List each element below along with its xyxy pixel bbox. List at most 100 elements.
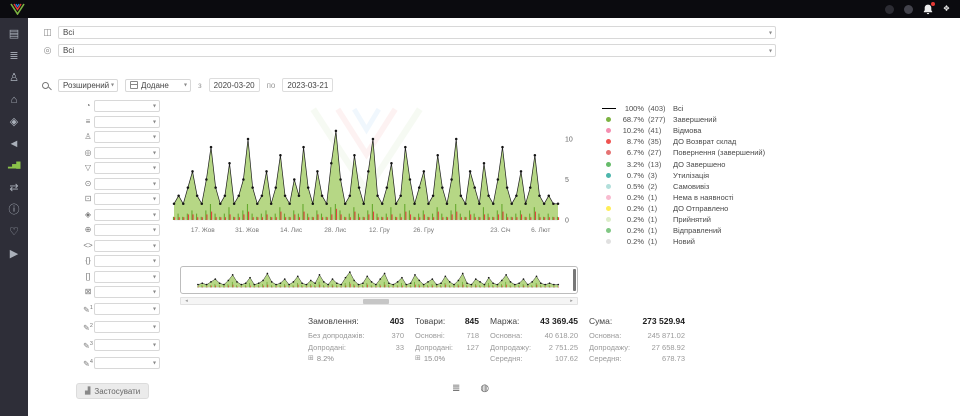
product-filter-select[interactable]	[94, 209, 160, 221]
legend-item-7[interactable]: 0.5%(2)Самовивіз	[601, 181, 786, 192]
stat-value: 403	[390, 316, 404, 326]
legend-label: Завершений	[673, 115, 786, 124]
rail-integrations-icon[interactable]: ⇄	[0, 182, 28, 194]
stat-subrow: Допродажу:2 751.25	[490, 342, 578, 354]
legend-item-0[interactable]: 100%(403)Всі	[601, 103, 786, 114]
stat-column-2: Маржа:43 369.45Основна:40 618.20Допродаж…	[490, 316, 578, 365]
legend-item-2[interactable]: 10.2%(41)Відмова	[601, 125, 786, 136]
navigator-handle[interactable]	[573, 269, 576, 291]
legend-item-10[interactable]: 0.2%(1)Прийнятий	[601, 214, 786, 225]
payment-filter-select[interactable]	[94, 255, 160, 267]
legend-item-1[interactable]: 68.7%(277)Завершений	[601, 114, 786, 125]
tags-filter-select[interactable]	[94, 240, 160, 252]
source-filter-select[interactable]	[94, 147, 160, 159]
search-icon[interactable]	[42, 82, 49, 89]
legend-item-12[interactable]: 0.2%(1)Новий	[601, 236, 786, 247]
legend-dot-icon	[601, 173, 616, 178]
notifications-bell-icon[interactable]	[923, 4, 933, 15]
rail-analytics-icon[interactable]: ▂▅█	[0, 160, 28, 172]
legend-item-11[interactable]: 0.2%(1)Відправлений	[601, 225, 786, 236]
svg-text:26. Гру: 26. Гру	[413, 227, 435, 234]
source-filter-row: ◎	[82, 147, 160, 159]
extra-filter-select[interactable]	[94, 286, 160, 298]
region-filter-select[interactable]	[94, 178, 160, 190]
legend-percent: 0.2%	[620, 226, 644, 235]
summary-list-icon[interactable]: ≣	[452, 383, 460, 395]
apply-button[interactable]: ▟ Застосувати	[76, 383, 149, 399]
scrollbar-thumb[interactable]	[363, 299, 389, 304]
extra-filter-icon: ⊠	[82, 286, 94, 298]
legend-percent: 3.2%	[620, 160, 644, 169]
stat-subrow: Допродані:33	[308, 342, 404, 354]
user-avatar[interactable]	[904, 5, 913, 14]
manager-filter-select[interactable]	[94, 131, 160, 143]
svg-text:6. Лют: 6. Лют	[531, 227, 550, 234]
custom-field-3-select[interactable]	[94, 339, 160, 351]
legend-item-4[interactable]: 6.7%(27)Повернення (завершений)	[601, 147, 786, 158]
rail-partners-icon[interactable]: ♡	[0, 226, 28, 238]
orders-chart-svg[interactable]: 051017. Жов31. Жов14. Лис28. Лис12. Гру2…	[170, 96, 590, 246]
legend-dot-icon	[601, 239, 616, 244]
orders-chart[interactable]: 051017. Жов31. Жов14. Лис28. Лис12. Гру2…	[170, 96, 590, 246]
scroll-left-icon[interactable]: ◂	[182, 298, 191, 304]
legend-label: Прийнятий	[673, 215, 786, 224]
legend-item-8[interactable]: 0.2%(1)Нема в наявності	[601, 192, 786, 203]
legend-percent: 0.5%	[620, 182, 644, 191]
stat-upsell-row: ⊞15.0%	[415, 353, 479, 365]
brand-logo-icon	[10, 3, 25, 15]
legend-count: (2)	[648, 182, 673, 191]
period-filter-icon: ◔	[82, 100, 94, 112]
date-from-input[interactable]: 2020-03-20	[209, 78, 260, 92]
rail-clients-icon[interactable]: ♙	[0, 72, 28, 84]
statuses-filter-select[interactable]: Всі	[58, 26, 776, 39]
rail-video-icon[interactable]: ▶	[0, 248, 28, 260]
apps-icon[interactable]: ❖	[943, 5, 950, 13]
svg-text:28. Лис: 28. Лис	[324, 227, 347, 234]
globe-icon[interactable]: ◍	[480, 383, 489, 395]
stat-value: 845	[465, 316, 479, 326]
chart-navigator[interactable]	[180, 266, 578, 294]
date-to-input[interactable]: 2023-03-21	[282, 78, 333, 92]
custom-field-2-select[interactable]	[94, 321, 160, 333]
legend-dot-icon	[601, 228, 616, 233]
rail-orders-icon[interactable]: ≣	[0, 50, 28, 62]
warehouse-filter-select[interactable]	[94, 193, 160, 205]
delivery-filter-icon: ⊕	[82, 224, 94, 236]
period-filter-select[interactable]	[94, 100, 160, 112]
legend-item-5[interactable]: 3.2%(13)ДО Завершено	[601, 158, 786, 169]
region-filter-row: ⊙	[82, 178, 160, 190]
status-circle-icon[interactable]	[885, 5, 894, 14]
custom-field-4-select[interactable]	[94, 357, 160, 369]
search-mode-select[interactable]: Розширений	[58, 79, 118, 92]
legend-label: Відмова	[673, 126, 786, 135]
rail-products-icon[interactable]: ◈	[0, 116, 28, 128]
legend-item-6[interactable]: 0.7%(3)Утилізація	[601, 170, 786, 181]
delivery-filter-select[interactable]	[94, 224, 160, 236]
statuses-filter-value: Всі	[63, 28, 74, 37]
types-filter-select[interactable]: Всі	[58, 44, 776, 57]
custom-field-1-select[interactable]	[94, 303, 160, 315]
funnel-filter-select[interactable]	[94, 162, 160, 174]
legend-label: ДО Завершено	[673, 160, 786, 169]
rail-marketing-icon[interactable]: ◄	[0, 138, 28, 150]
period-filter-row: ◔	[82, 100, 160, 112]
rail-dashboard-icon[interactable]: ▤	[0, 28, 28, 40]
date-field-select[interactable]: Додане	[125, 79, 191, 92]
tags-filter-row: <>	[82, 240, 160, 252]
left-nav-rail: ▤ ≣ ♙ ⌂ ◈ ◄ ▂▅█ ⇄ ⓘ ♡ ▶	[0, 18, 28, 416]
rail-info-icon[interactable]: ⓘ	[0, 204, 28, 216]
chart-scrollbar[interactable]: ◂ ▸	[180, 297, 578, 305]
topbar-icons: ❖	[885, 4, 950, 15]
utm-filter-select[interactable]	[94, 271, 160, 283]
utm-filter-icon: []	[82, 271, 94, 283]
legend-percent: 0.2%	[620, 193, 644, 202]
legend-item-9[interactable]: 0.2%(1)ДО Отправлено	[601, 203, 786, 214]
status-filter-select[interactable]	[94, 116, 160, 128]
legend-label: Повернення (завершений)	[673, 148, 786, 157]
svg-text:31. Жов: 31. Жов	[235, 227, 259, 234]
notification-badge	[931, 2, 935, 6]
stat-value: 43 369.45	[540, 316, 578, 326]
scroll-right-icon[interactable]: ▸	[567, 298, 576, 304]
legend-item-3[interactable]: 8.7%(35)ДО Возврат склад	[601, 136, 786, 147]
rail-shop-icon[interactable]: ⌂	[0, 94, 28, 106]
